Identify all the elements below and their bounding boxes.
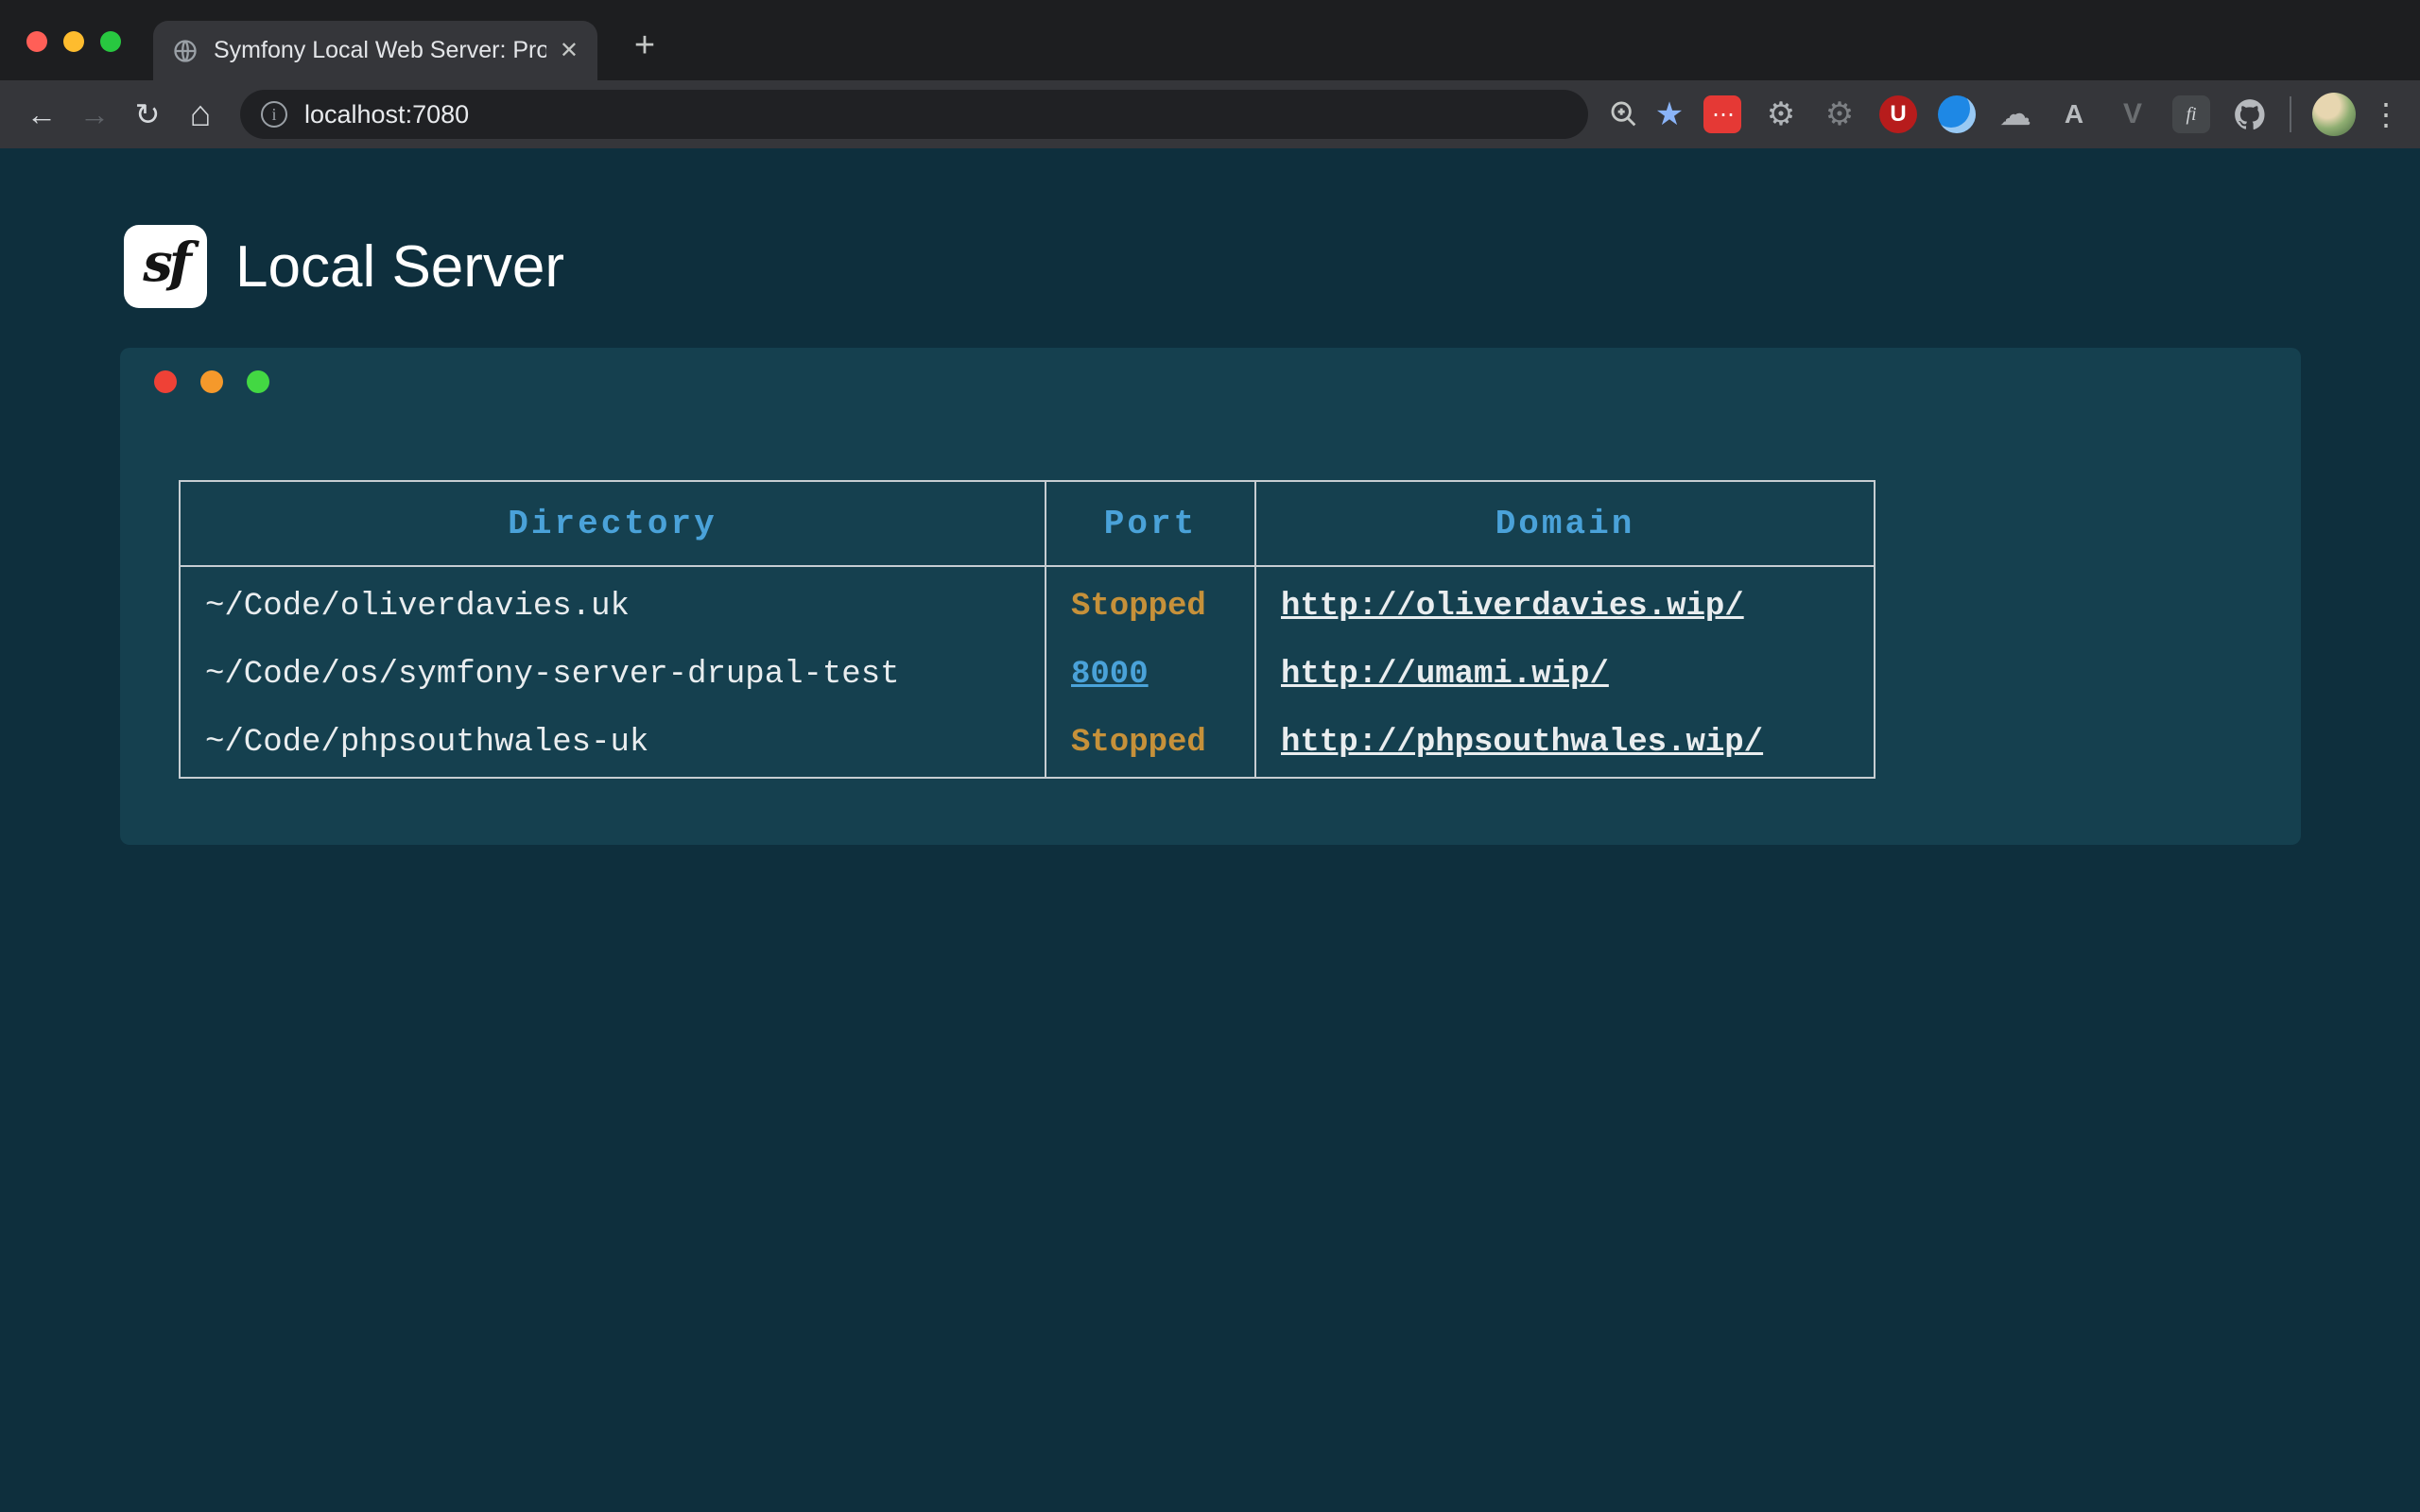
page-title: Local Server <box>235 233 564 301</box>
v-extension-icon[interactable]: V <box>2114 95 2152 133</box>
bookmark-star-icon[interactable]: ★ <box>1647 92 1692 137</box>
profile-avatar[interactable] <box>2312 93 2356 136</box>
forward-button[interactable]: → <box>68 88 121 141</box>
table-row: ~/Code/os/symfony-server-drupal-test 800… <box>180 641 1875 709</box>
blue-circle-extension-icon[interactable] <box>1938 95 1976 133</box>
window-zoom-button[interactable] <box>100 31 121 52</box>
toolbar-divider <box>2290 96 2291 132</box>
brand-header: sf Local Server <box>0 148 2420 308</box>
tab-close-icon[interactable]: ✕ <box>560 37 579 64</box>
red-dots-extension-icon[interactable]: ⋯ <box>1703 95 1741 133</box>
card-orange-dot <box>200 370 223 393</box>
directory-cell: ~/Code/os/symfony-server-drupal-test <box>180 641 1046 709</box>
column-header-port: Port <box>1046 481 1255 566</box>
table-row: ~/Code/oliverdavies.uk Stopped http://ol… <box>180 566 1875 641</box>
tab-title: Symfony Local Web Server: Prox <box>214 37 546 64</box>
column-header-domain: Domain <box>1255 481 1875 566</box>
port-status-stopped: Stopped <box>1071 589 1206 625</box>
table-header-row: Directory Port Domain <box>180 481 1875 566</box>
domain-link[interactable]: http://umami.wip/ <box>1281 657 1609 693</box>
window-controls <box>26 31 121 52</box>
back-button[interactable]: ← <box>15 88 68 141</box>
column-header-directory: Directory <box>180 481 1046 566</box>
home-button[interactable]: ⌂ <box>174 88 227 141</box>
ublock-extension-icon[interactable]: U <box>1879 95 1917 133</box>
browser-window: Symfony Local Web Server: Prox ✕ + ← → ↻… <box>0 0 2420 1512</box>
browser-menu-icon[interactable]: ⋮ <box>2367 96 2405 132</box>
domain-link[interactable]: http://oliverdavies.wip/ <box>1281 589 1744 625</box>
card-green-dot <box>247 370 269 393</box>
port-status-stopped: Stopped <box>1071 725 1206 761</box>
reload-button[interactable]: ↻ <box>121 88 174 141</box>
dark-gear-extension-icon[interactable]: ⚙ <box>1821 95 1858 133</box>
domain-link[interactable]: http://phpsouthwales.wip/ <box>1281 725 1763 761</box>
domain-cell: http://phpsouthwales.wip/ <box>1255 709 1875 778</box>
browser-tab[interactable]: Symfony Local Web Server: Prox ✕ <box>153 21 597 80</box>
window-close-button[interactable] <box>26 31 47 52</box>
url-text[interactable]: localhost:7080 <box>304 100 469 129</box>
window-minimize-button[interactable] <box>63 31 84 52</box>
domain-cell: http://oliverdavies.wip/ <box>1255 566 1875 641</box>
page-content: sf Local Server Directory Port Domain <box>0 148 2420 1512</box>
tab-strip: Symfony Local Web Server: Prox ✕ + <box>0 0 2420 80</box>
site-info-icon[interactable]: i <box>261 101 287 128</box>
table-row: ~/Code/phpsouthwales-uk Stopped http://p… <box>180 709 1875 778</box>
a-extension-icon[interactable]: A <box>2055 95 2093 133</box>
address-bar[interactable]: i localhost:7080 <box>240 90 1588 139</box>
extensions-area: ⋯ ⚙ ⚙ U ☁ A V fi <box>1703 95 2269 133</box>
cloud-extension-icon[interactable]: ☁ <box>1996 95 2034 133</box>
domain-cell: http://umami.wip/ <box>1255 641 1875 709</box>
directory-cell: ~/Code/phpsouthwales-uk <box>180 709 1046 778</box>
new-tab-button[interactable]: + <box>624 25 666 66</box>
card-red-dot <box>154 370 177 393</box>
github-extension-icon[interactable] <box>2231 95 2269 133</box>
symfony-logo: sf <box>124 225 207 308</box>
server-card: Directory Port Domain ~/Code/oliverdavie… <box>120 348 2301 845</box>
tab-favicon-globe-icon <box>172 37 200 65</box>
gear-extension-icon[interactable]: ⚙ <box>1762 95 1800 133</box>
port-cell: Stopped <box>1046 566 1255 641</box>
port-cell: Stopped <box>1046 709 1255 778</box>
zoom-icon[interactable] <box>1601 92 1647 137</box>
servers-table: Directory Port Domain ~/Code/oliverdavie… <box>179 480 1876 779</box>
port-link[interactable]: 8000 <box>1071 657 1149 693</box>
directory-cell: ~/Code/oliverdavies.uk <box>180 566 1046 641</box>
browser-toolbar: ← → ↻ ⌂ i localhost:7080 ★ ⋯ ⚙ ⚙ U ☁ A V… <box>0 80 2420 148</box>
port-cell: 8000 <box>1046 641 1255 709</box>
card-window-dots <box>154 370 2301 393</box>
dark-square-extension-icon[interactable]: fi <box>2172 95 2210 133</box>
